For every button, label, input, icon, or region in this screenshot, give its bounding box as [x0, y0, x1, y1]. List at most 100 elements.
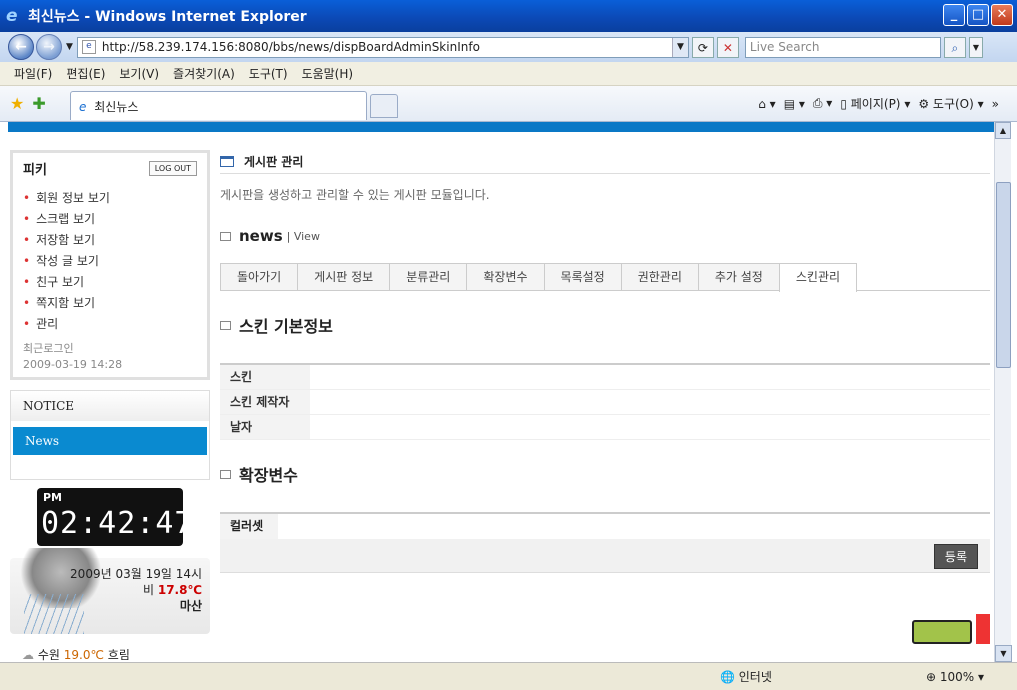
url-dropdown-icon[interactable]: ▼ — [671, 37, 688, 57]
user-name: 피키 — [23, 163, 47, 178]
favorites-star-icon[interactable]: ★ — [10, 94, 24, 113]
internet-zone: 🌐 인터넷 — [720, 670, 772, 684]
tab-category[interactable]: 분류관리 — [389, 263, 468, 290]
table-row: 컬러셋 — [220, 514, 990, 539]
last-login-label: 최근로그인 — [23, 342, 74, 355]
refresh-button[interactable]: ⟳ — [691, 36, 714, 58]
tab-extra-vars[interactable]: 확장변수 — [466, 263, 545, 290]
status-bar: 🌐 인터넷 ⊕ 100% ▾ — [0, 662, 1017, 690]
section-extra-vars: 확장변수 — [220, 462, 990, 486]
module-title-row: news | View — [220, 227, 990, 245]
row-label-author: 스킨 제작자 — [220, 390, 310, 414]
window-icon — [220, 156, 234, 167]
news-tab[interactable]: News — [13, 427, 207, 455]
page-title-row: 게시판 관리 — [220, 150, 990, 174]
zone-label: 인터넷 — [738, 670, 772, 684]
member-item-posts[interactable]: 작성 글 보기 — [23, 251, 197, 272]
page-menu[interactable]: ▯ 페이지(P) ▾ — [840, 95, 910, 112]
section-title: 확장변수 — [239, 466, 298, 485]
logout-button[interactable]: LOG OUT — [148, 161, 197, 176]
register-button[interactable]: 등록 — [933, 544, 978, 569]
cloud-icon: ☁ — [22, 648, 34, 662]
search-input[interactable]: Live Search — [744, 36, 941, 58]
city-temp: 19.0℃ — [63, 648, 104, 662]
forward-button[interactable]: → — [36, 34, 62, 60]
menu-view[interactable]: 보기(V) — [119, 65, 159, 82]
print-icon[interactable]: ⎙ ▾ — [813, 96, 832, 111]
city-cond: 흐림 — [107, 648, 130, 662]
weather-date: 2009년 03월 19일 14시 — [70, 567, 202, 581]
menu-bar: 파일(F) 편집(E) 보기(V) 즐겨찾기(A) 도구(T) 도움말(H) — [0, 62, 1017, 86]
row-label-date: 날자 — [220, 415, 310, 439]
notice-tab[interactable]: NOTICE — [11, 391, 209, 421]
box-icon — [220, 469, 231, 479]
scroll-up-icon[interactable]: ▲ — [995, 122, 1011, 139]
tab-permissions[interactable]: 권한관리 — [620, 263, 699, 290]
url-input[interactable]: e http://58.239.174.156:8080/bbs/news/di… — [76, 36, 689, 58]
menu-favorites[interactable]: 즐겨찾기(A) — [173, 65, 235, 82]
zoom-control[interactable]: ⊕ 100% ▾ — [926, 670, 984, 684]
chevron-right-icon[interactable]: » — [992, 97, 999, 111]
member-box: 피키 LOG OUT 회원 정보 보기 스크랩 보기 저장함 보기 작성 글 보… — [10, 150, 210, 380]
zoom-label: 100% — [939, 669, 975, 684]
history-dropdown-icon[interactable]: ▼ — [66, 42, 73, 52]
notice-box: NOTICE News — [10, 390, 210, 480]
scroll-down-icon[interactable]: ▼ — [995, 645, 1012, 662]
feeds-icon[interactable]: ▤ ▾ — [784, 97, 805, 111]
tools-menu-label: 도구(O) — [932, 97, 974, 111]
tab-additional[interactable]: 추가 설정 — [697, 263, 780, 290]
search-options-icon[interactable]: ▼ — [968, 36, 983, 58]
member-item-messages[interactable]: 쪽지함 보기 — [23, 293, 197, 314]
tab-list-settings[interactable]: 목록설정 — [543, 263, 622, 290]
page-description: 게시판을 생성하고 관리할 수 있는 게시판 모듈입니다. — [220, 188, 490, 202]
tab-ie-icon: e — [79, 100, 87, 114]
member-item-info[interactable]: 회원 정보 보기 — [23, 188, 197, 209]
table-row: 스킨 제작자 — [220, 390, 990, 415]
tab-skin[interactable]: 스킨관리 — [778, 263, 858, 292]
member-item-friends[interactable]: 친구 보기 — [23, 272, 197, 293]
clock-ampm: PM — [43, 491, 63, 504]
window-title: 최신뉴스 - Windows Internet Explorer — [28, 9, 307, 25]
ie-logo-icon: e — [6, 6, 18, 26]
extra-vars-table: 컬러셋 등록 — [220, 512, 990, 573]
section-title: 스킨 기본정보 — [239, 317, 333, 336]
tab-back[interactable]: 돌아가기 — [220, 263, 299, 290]
menu-tools[interactable]: 도구(T) — [249, 65, 288, 82]
scroll-thumb[interactable] — [996, 182, 1011, 368]
main-content: 게시판 관리 게시판을 생성하고 관리할 수 있는 게시판 모듈입니다. new… — [220, 150, 990, 573]
tab-current[interactable]: e 최신뉴스 — [70, 91, 367, 120]
vertical-scrollbar[interactable]: ▲ ▼ — [994, 122, 1012, 662]
module-view[interactable]: | View — [287, 230, 320, 243]
minimize-button[interactable]: _ — [943, 4, 965, 26]
clock-time: 02:42:47 — [41, 506, 194, 541]
favorites-bar: ★ ✚ e 최신뉴스 ⌂ ▾ ▤ ▾ ⎙ ▾ ▯ 페이지(P) ▾ ⚙ 도구(O… — [0, 86, 1017, 122]
add-favorite-icon[interactable]: ✚ — [32, 94, 45, 113]
left-sidebar: 피키 LOG OUT 회원 정보 보기 스크랩 보기 저장함 보기 작성 글 보… — [10, 150, 210, 662]
tools-menu[interactable]: ⚙ 도구(O) ▾ — [918, 95, 983, 112]
weather-desc: 비 — [142, 583, 155, 597]
back-button[interactable]: ← — [8, 34, 34, 60]
url-text[interactable]: http://58.239.174.156:8080/bbs/news/disp… — [102, 40, 480, 54]
menu-file[interactable]: 파일(F) — [14, 65, 52, 82]
close-icon[interactable] — [976, 614, 990, 644]
maximize-button[interactable]: □ — [967, 4, 989, 26]
address-bar: ← → ▼ e http://58.239.174.156:8080/bbs/n… — [0, 32, 1017, 62]
close-button[interactable]: ✕ — [991, 4, 1013, 26]
member-item-admin[interactable]: 관리 — [23, 314, 197, 335]
member-item-scrap[interactable]: 스크랩 보기 — [23, 209, 197, 230]
search-button[interactable]: ⌕ — [943, 36, 966, 58]
box-icon — [220, 231, 231, 241]
sticky-note-widget[interactable] — [912, 614, 990, 648]
new-tab-button[interactable] — [370, 94, 398, 118]
row-label-skin: 스킨 — [220, 365, 310, 389]
stop-button[interactable]: ✕ — [716, 36, 739, 58]
menu-edit[interactable]: 편집(E) — [66, 65, 105, 82]
home-icon[interactable]: ⌂ ▾ — [758, 97, 775, 111]
menu-help[interactable]: 도움말(H) — [302, 65, 354, 82]
table-row: 날자 — [220, 415, 990, 440]
tab-board-info[interactable]: 게시판 정보 — [297, 263, 391, 290]
weather-widget: 2009년 03월 19일 14시 비 17.8℃ 마산 — [10, 548, 210, 634]
city-name: 수원 — [37, 648, 60, 662]
member-item-saved[interactable]: 저장함 보기 — [23, 230, 197, 251]
admin-tabs: 돌아가기 게시판 정보 분류관리 확장변수 목록설정 권한관리 추가 설정 스킨… — [220, 263, 990, 292]
